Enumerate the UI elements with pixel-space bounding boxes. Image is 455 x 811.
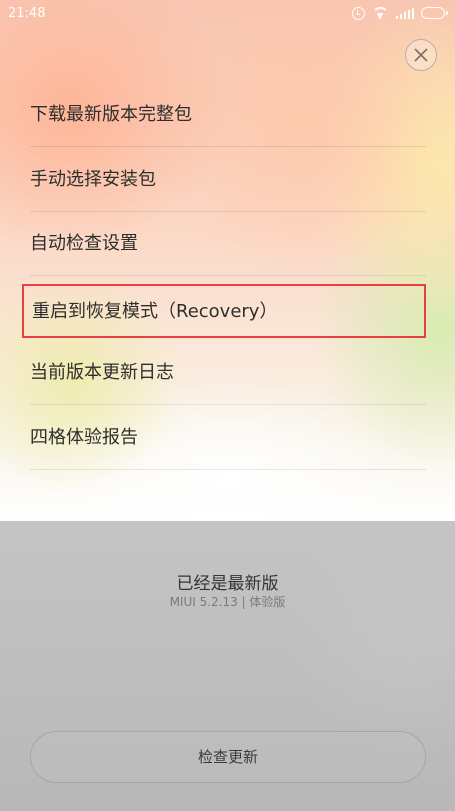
menu-item-experience-report[interactable]: 四格体验报告 <box>30 406 426 470</box>
version-label: MIUI 5.2.13 | 体验版 <box>169 595 286 609</box>
update-status-title: 已经是最新版 <box>176 574 279 594</box>
menu-item-reboot-recovery[interactable]: 重启到恢复模式（Recovery） <box>22 284 426 338</box>
close-icon <box>414 48 428 62</box>
wifi-icon <box>371 6 389 20</box>
menu-item-auto-check-settings[interactable]: 自动检查设置 <box>30 212 426 276</box>
battery-icon <box>421 7 448 19</box>
signal-icon <box>395 7 414 19</box>
close-button[interactable] <box>405 39 437 71</box>
menu-item-download-full-package[interactable]: 下载最新版本完整包 <box>30 83 426 147</box>
status-time: 21:48 <box>8 6 46 21</box>
check-update-button[interactable]: 检查更新 <box>30 731 426 783</box>
menu-item-changelog[interactable]: 当前版本更新日志 <box>30 341 426 405</box>
status-icons <box>351 6 448 20</box>
menu-item-manual-select-package[interactable]: 手动选择安装包 <box>30 148 426 212</box>
alarm-icon <box>351 6 365 20</box>
status-bar: 21:48 <box>0 0 455 28</box>
